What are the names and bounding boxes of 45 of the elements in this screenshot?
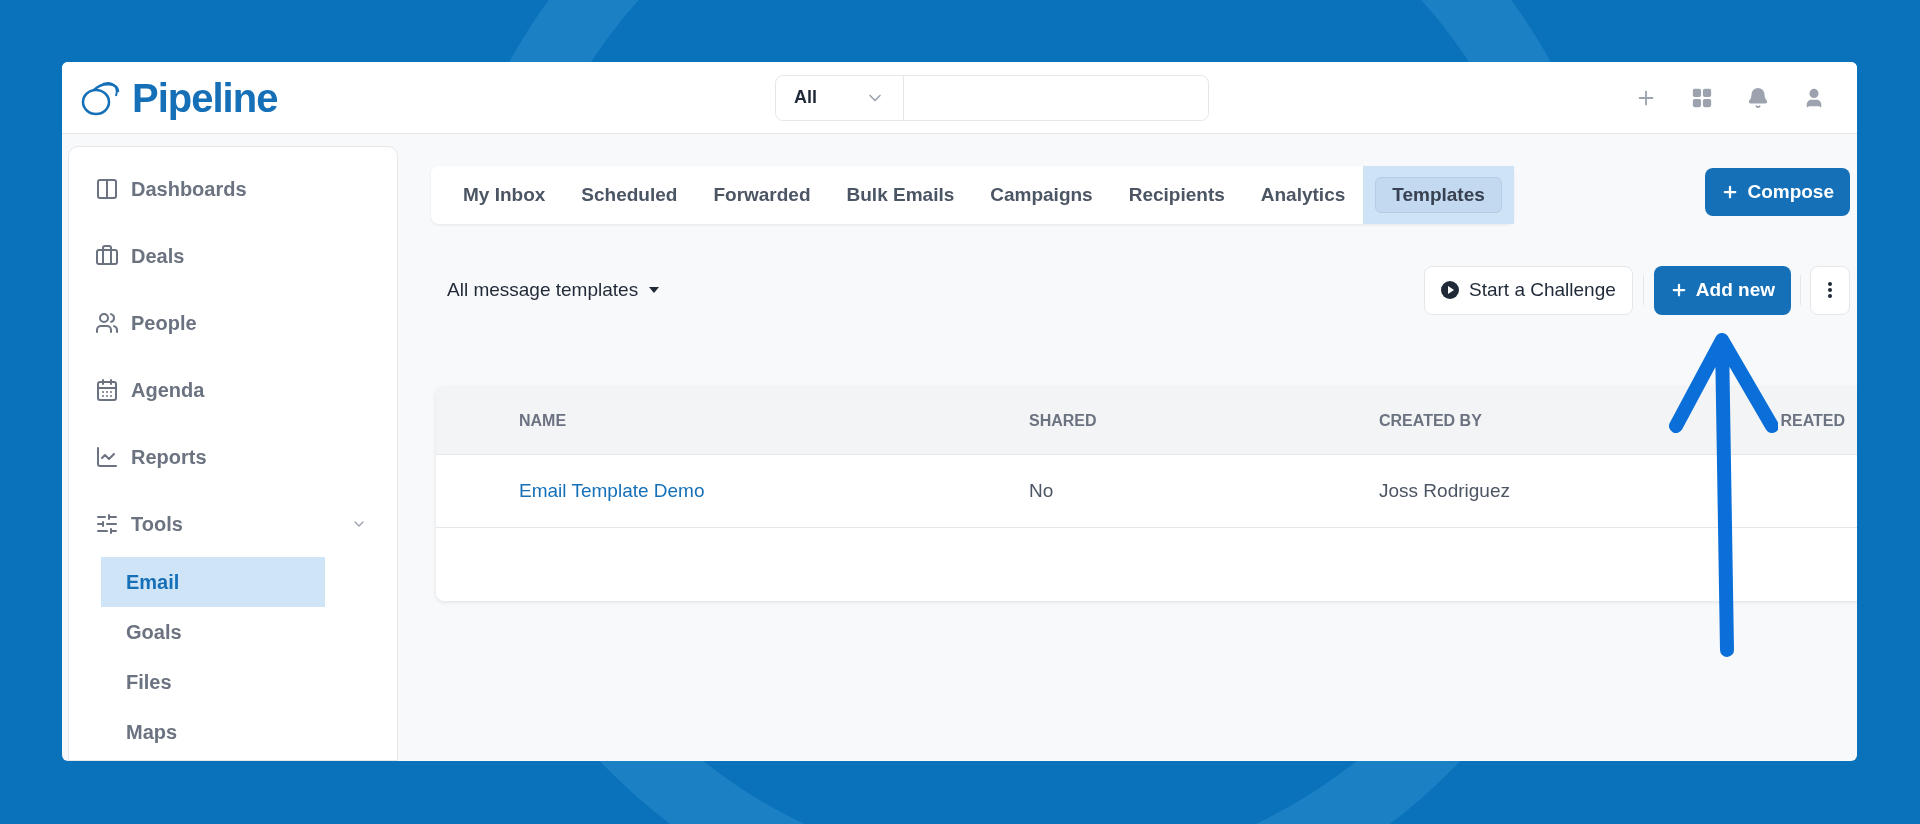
column-header: NAME: [519, 411, 567, 429]
brand-name: Pipeline: [132, 74, 278, 122]
tab[interactable]: Scheduled: [563, 166, 696, 224]
sidebar-item[interactable]: Dashboards: [69, 155, 397, 222]
sidebar-item[interactable]: Deals: [69, 222, 397, 289]
notification-bell-icon[interactable]: [1747, 86, 1769, 109]
sliders-icon: [95, 511, 119, 536]
compose-button[interactable]: Compose: [1705, 168, 1850, 216]
more-options-button[interactable]: [1810, 265, 1850, 315]
column-header: SHARED: [1029, 411, 1097, 429]
tab[interactable]: Forwarded: [695, 166, 829, 224]
more-icon: [1828, 282, 1832, 298]
sidebar-subitem[interactable]: Goals: [101, 607, 325, 657]
apps-grid-icon[interactable]: [1691, 86, 1713, 109]
sidebar-item[interactable]: Tools: [69, 490, 397, 557]
sidebar-subitem[interactable]: Email: [101, 557, 325, 607]
sidebar-item[interactable]: Agenda: [69, 356, 397, 423]
search-field[interactable]: All: [775, 74, 1209, 121]
add-new-button[interactable]: Add new: [1653, 265, 1791, 315]
tab[interactable]: Templates: [1375, 177, 1502, 213]
template-name-link[interactable]: Email Template Demo: [519, 479, 705, 501]
briefcase-icon: [95, 243, 119, 268]
table-cell: No: [1029, 479, 1054, 501]
table-cell: Joss Rodriguez: [1379, 479, 1510, 501]
filter-dropdown[interactable]: All message templates: [447, 275, 661, 305]
play-icon: [1441, 281, 1459, 299]
tab[interactable]: Campaigns: [972, 166, 1111, 224]
caret-down-icon: [648, 286, 661, 294]
sidebar-subitem[interactable]: Files: [101, 657, 325, 707]
tab[interactable]: Recipients: [1110, 166, 1243, 224]
sidebar-item[interactable]: Reports: [69, 423, 397, 490]
column-header: CREATED BY: [1379, 411, 1482, 429]
tab[interactable]: My Inbox: [445, 166, 564, 224]
scope-select[interactable]: All: [794, 84, 817, 111]
start-challenge-button[interactable]: Start a Challenge: [1424, 265, 1633, 315]
sidebar-subitem[interactable]: Maps: [101, 707, 325, 757]
table-row[interactable]: Email Template Demo No Joss Rodriguez: [436, 455, 1857, 528]
columns-icon: [95, 176, 119, 201]
tab[interactable]: Bulk Emails: [828, 166, 973, 224]
people-icon: [95, 310, 119, 335]
sidebar-item[interactable]: People: [69, 289, 397, 356]
column-header: REATED: [1780, 411, 1845, 429]
line-chart-icon: [95, 444, 119, 469]
tab[interactable]: Analytics: [1242, 166, 1364, 224]
calendar-icon: [95, 377, 119, 402]
